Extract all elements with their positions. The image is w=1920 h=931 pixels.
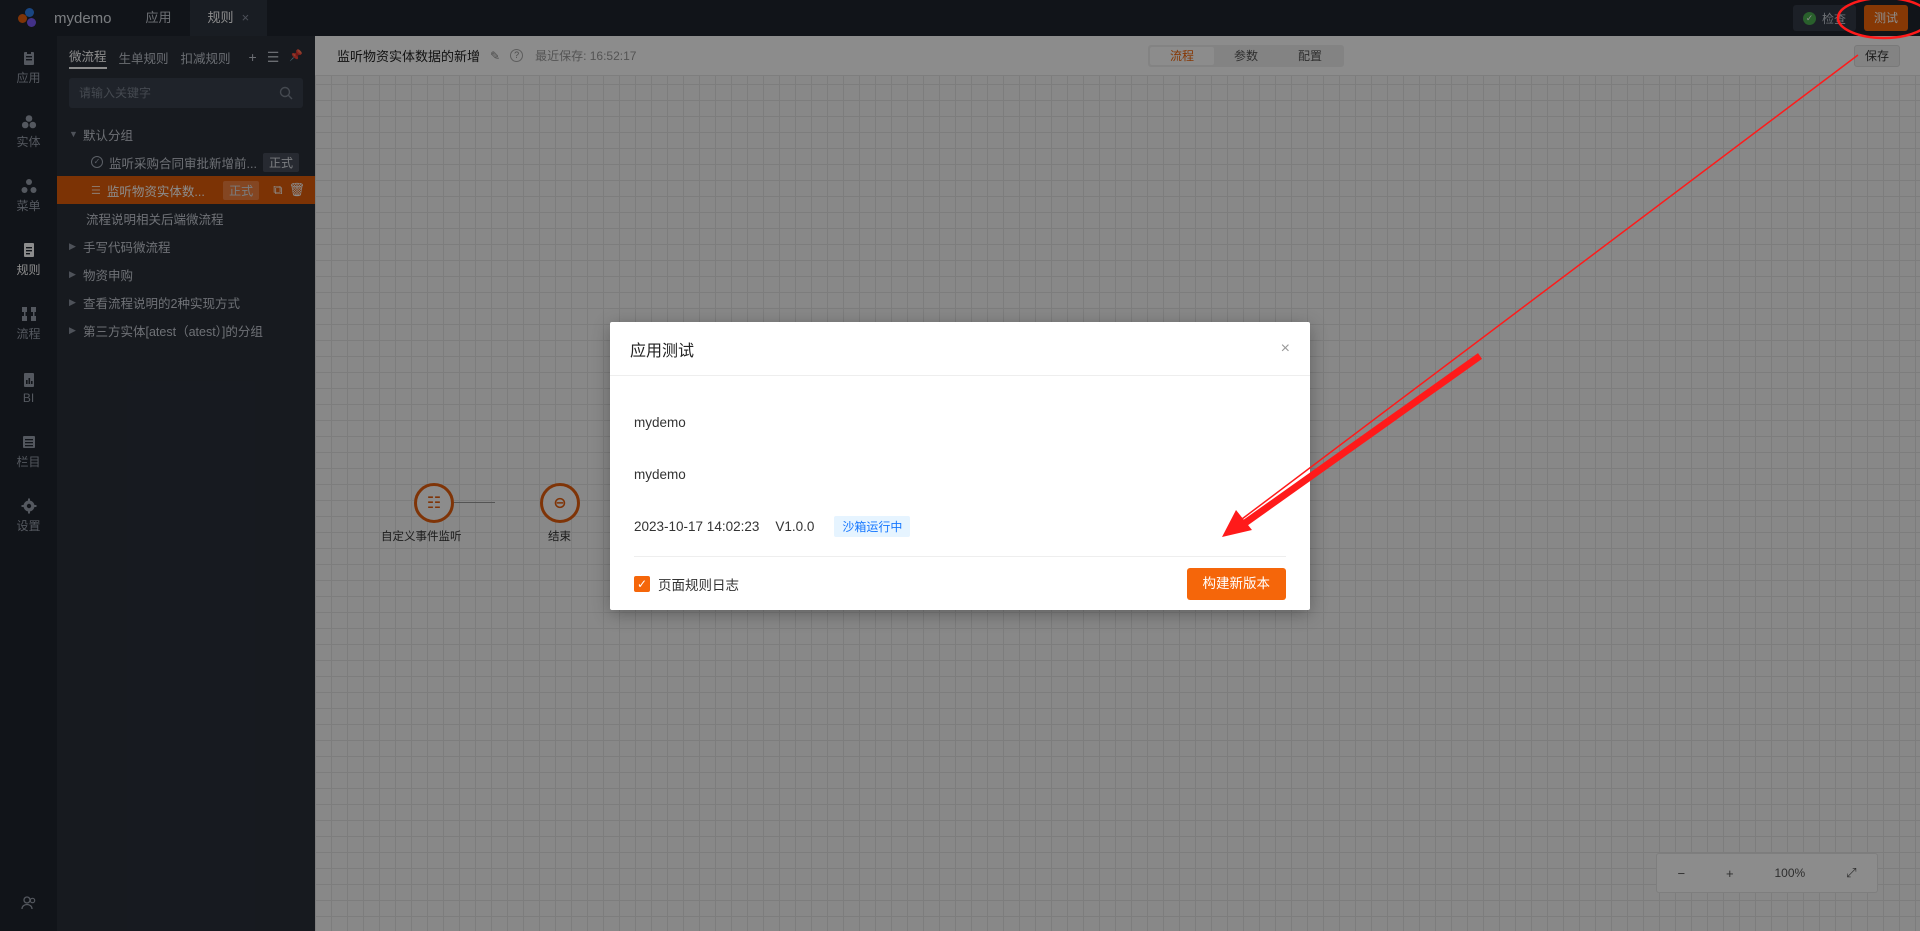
rule-log-label[interactable]: 页面规则日志 <box>658 574 739 594</box>
app-test-dialog: 应用测试 × mydemo mydemo 2023-10-17 14:02:23… <box>610 322 1310 610</box>
env-name-row: mydemo <box>634 466 686 482</box>
build-new-version-button[interactable]: 构建新版本 <box>1186 567 1286 600</box>
dialog-title: 应用测试 <box>630 342 695 360</box>
rule-log-checkbox[interactable]: ✓ <box>634 575 650 592</box>
version-number: V1.0.0 <box>775 518 815 534</box>
close-icon[interactable]: × <box>1281 340 1290 358</box>
status-badge: 沙箱运行中 <box>834 515 911 537</box>
app-name-row: mydemo <box>634 414 686 430</box>
build-datetime: 2023-10-17 14:02:23 <box>634 518 760 534</box>
version-row: 2023-10-17 14:02:23 V1.0.0 沙箱运行中 <box>634 500 1286 552</box>
